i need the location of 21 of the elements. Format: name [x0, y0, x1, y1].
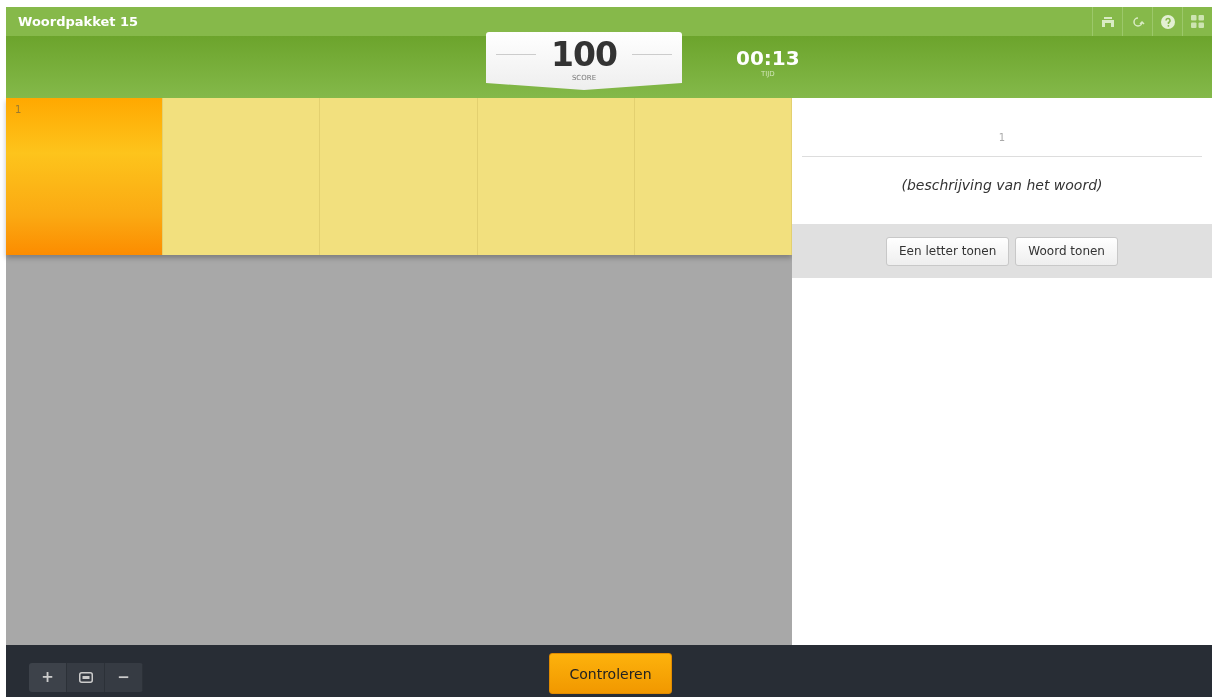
letter-cell[interactable] — [320, 98, 478, 255]
fit-view-button[interactable] — [67, 662, 105, 692]
zoom-out-button[interactable]: − — [105, 662, 143, 692]
reveal-word-button[interactable]: Woord tonen — [1015, 236, 1118, 266]
score-value: 100 — [551, 36, 617, 74]
refresh-icon[interactable] — [1130, 14, 1145, 29]
letter-cell[interactable] — [163, 98, 321, 255]
print-icon[interactable] — [1100, 15, 1115, 28]
check-button[interactable]: Controleren — [549, 653, 672, 694]
time-value: 00:13 — [736, 46, 800, 70]
reveal-letter-button[interactable]: Een letter tonen — [886, 236, 1010, 266]
letter-cell[interactable] — [634, 98, 792, 255]
clue-number: 1 — [802, 132, 1202, 157]
help-icon[interactable] — [1160, 14, 1175, 29]
page-title: Woordpakket 15 — [18, 14, 140, 29]
screen-icon — [78, 671, 93, 683]
clue-description: (beschrijving van het woord) — [901, 177, 1103, 193]
zoom-in-button[interactable]: + — [29, 662, 67, 692]
cell-number: 1 — [15, 104, 22, 115]
letter-cell[interactable] — [477, 98, 635, 255]
grid-icon[interactable] — [1191, 15, 1204, 28]
